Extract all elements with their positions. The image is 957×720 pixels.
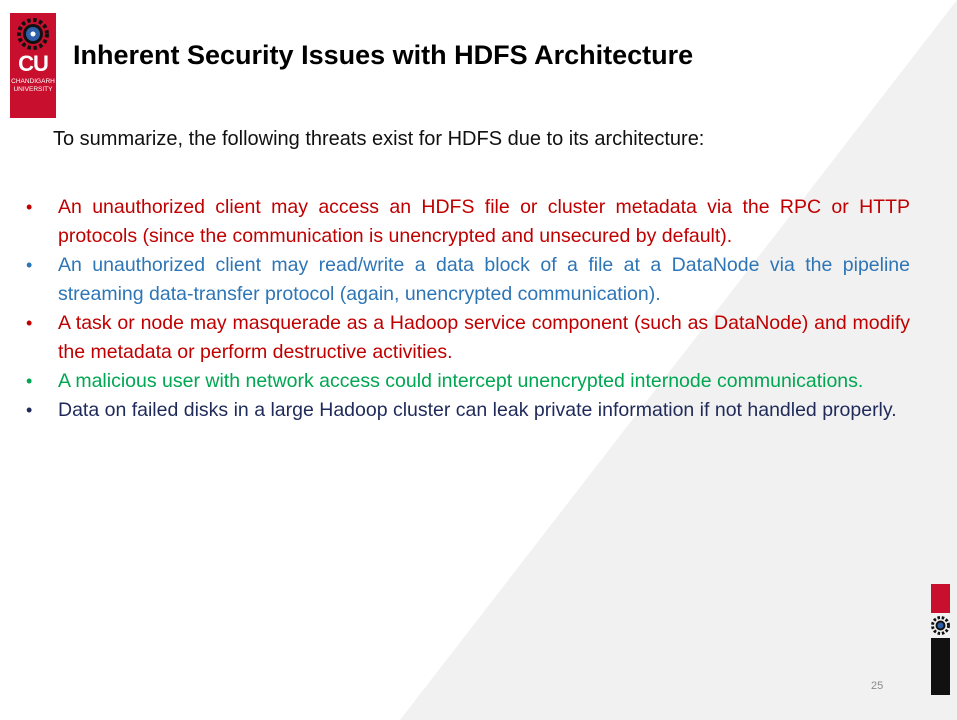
side-gear-icon <box>931 616 950 635</box>
slide-title: Inherent Security Issues with HDFS Archi… <box>73 40 694 70</box>
bullet-text: An unauthorized client may read/write a … <box>58 254 910 305</box>
logo-abbreviation: CU <box>18 51 49 76</box>
bullet-dot: • <box>26 371 33 391</box>
bullet-item: • Data on failed disks in a large Hadoop… <box>22 396 910 425</box>
threat-list: • An unauthorized client may access an H… <box>22 193 910 425</box>
page-number: 25 <box>871 680 884 692</box>
logo-name: CHANDIGARH UNIVERSITY <box>11 78 55 93</box>
logo-name-line2: UNIVERSITY <box>13 85 53 93</box>
bullet-dot: • <box>26 313 33 333</box>
bullet-text: Data on failed disks in a large Hadoop c… <box>58 399 897 421</box>
bullet-dot: • <box>26 255 33 275</box>
intro-text: To summarize, the following threats exis… <box>53 128 705 150</box>
side-decor-red-block <box>931 584 950 613</box>
bullet-item: • An unauthorized client may access an H… <box>22 193 910 251</box>
bullet-text: A task or node may masquerade as a Hadoo… <box>58 312 910 363</box>
gear-emblem-icon <box>17 18 49 50</box>
bullet-text: An unauthorized client may access an HDF… <box>58 196 910 247</box>
logo-name-line1: CHANDIGARH <box>11 78 55 85</box>
bullet-item: • A task or node may masquerade as a Had… <box>22 309 910 367</box>
bullet-dot: • <box>26 400 33 420</box>
university-logo: CU CHANDIGARH UNIVERSITY <box>10 13 56 118</box>
bullet-item: • An unauthorized client may read/write … <box>22 251 910 309</box>
bullet-text: A malicious user with network access cou… <box>58 370 864 392</box>
bullet-dot: • <box>26 197 33 217</box>
bullet-item: • A malicious user with network access c… <box>22 367 910 396</box>
side-decor-black-block <box>931 638 950 695</box>
